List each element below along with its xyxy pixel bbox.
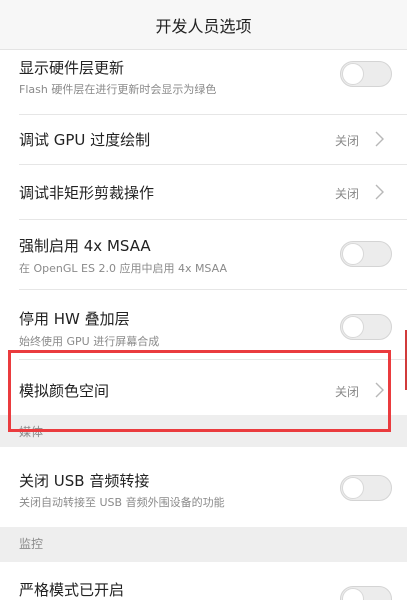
setting-title: 模拟颜色空间 (19, 382, 110, 400)
setting-subtitle: 关闭自动转接至 USB 音频外围设备的功能 (19, 496, 225, 509)
setting-debug-nonrect-clip[interactable]: 调试非矩形剪裁操作 关闭 (0, 165, 407, 220)
page-title: 开发人员选项 (155, 16, 252, 36)
toggle-strict-mode[interactable] (340, 586, 392, 600)
setting-simulate-color-space[interactable]: 模拟颜色空间 关闭 (0, 360, 407, 415)
setting-value: 关闭 (334, 187, 359, 201)
setting-disable-usb-audio-routing[interactable]: 关闭 USB 音频转接 关闭自动转接至 USB 音频外围设备的功能 (0, 447, 407, 527)
setting-subtitle: Flash 硬件层在进行更新时会显示为绿色 (19, 83, 217, 96)
toggle-knob (342, 243, 364, 265)
setting-debug-gpu-overdraw[interactable]: 调试 GPU 过度绘制 关闭 (0, 115, 407, 165)
section-label: 媒体 (19, 425, 44, 439)
section-header-monitoring: 监控 (0, 527, 407, 562)
setting-disable-hw-overlay[interactable]: 停用 HW 叠加层 始终使用 GPU 进行屏幕合成 (0, 290, 407, 360)
setting-show-hw-layer-updates[interactable]: 显示硬件层更新 Flash 硬件层在进行更新时会显示为绿色 (0, 50, 407, 115)
toggle-knob (342, 477, 364, 499)
setting-value: 关闭 (334, 134, 359, 148)
toggle-disable-hw-overlay[interactable] (340, 314, 392, 340)
setting-value: 关闭 (334, 385, 359, 399)
setting-title: 停用 HW 叠加层 (19, 310, 130, 328)
setting-force-4x-msaa[interactable]: 强制启用 4x MSAA 在 OpenGL ES 2.0 应用中启用 4x MS… (0, 220, 407, 290)
chevron-right-icon (375, 131, 384, 147)
section-header-media: 媒体 (0, 415, 407, 447)
setting-title: 显示硬件层更新 (19, 59, 125, 77)
setting-subtitle: 在 OpenGL ES 2.0 应用中启用 4x MSAA (19, 262, 227, 275)
setting-title: 强制启用 4x MSAA (19, 237, 151, 255)
setting-strict-mode[interactable]: 严格模式已开启 (0, 562, 407, 600)
toggle-force-4x-msaa[interactable] (340, 241, 392, 267)
setting-title: 严格模式已开启 (19, 581, 125, 599)
toggle-disable-usb-audio-routing[interactable] (340, 475, 392, 501)
toggle-knob (342, 63, 364, 85)
setting-subtitle: 始终使用 GPU 进行屏幕合成 (19, 335, 160, 348)
chevron-right-icon (375, 382, 384, 398)
toggle-knob (342, 316, 364, 338)
section-label: 监控 (19, 537, 44, 551)
chevron-right-icon (375, 184, 384, 200)
setting-title: 调试 GPU 过度绘制 (19, 131, 151, 149)
toggle-knob (342, 588, 364, 600)
app-header: 开发人员选项 (0, 0, 407, 50)
setting-title: 关闭 USB 音频转接 (19, 472, 150, 490)
setting-title: 调试非矩形剪裁操作 (19, 184, 155, 202)
toggle-show-hw-layer-updates[interactable] (340, 61, 392, 87)
